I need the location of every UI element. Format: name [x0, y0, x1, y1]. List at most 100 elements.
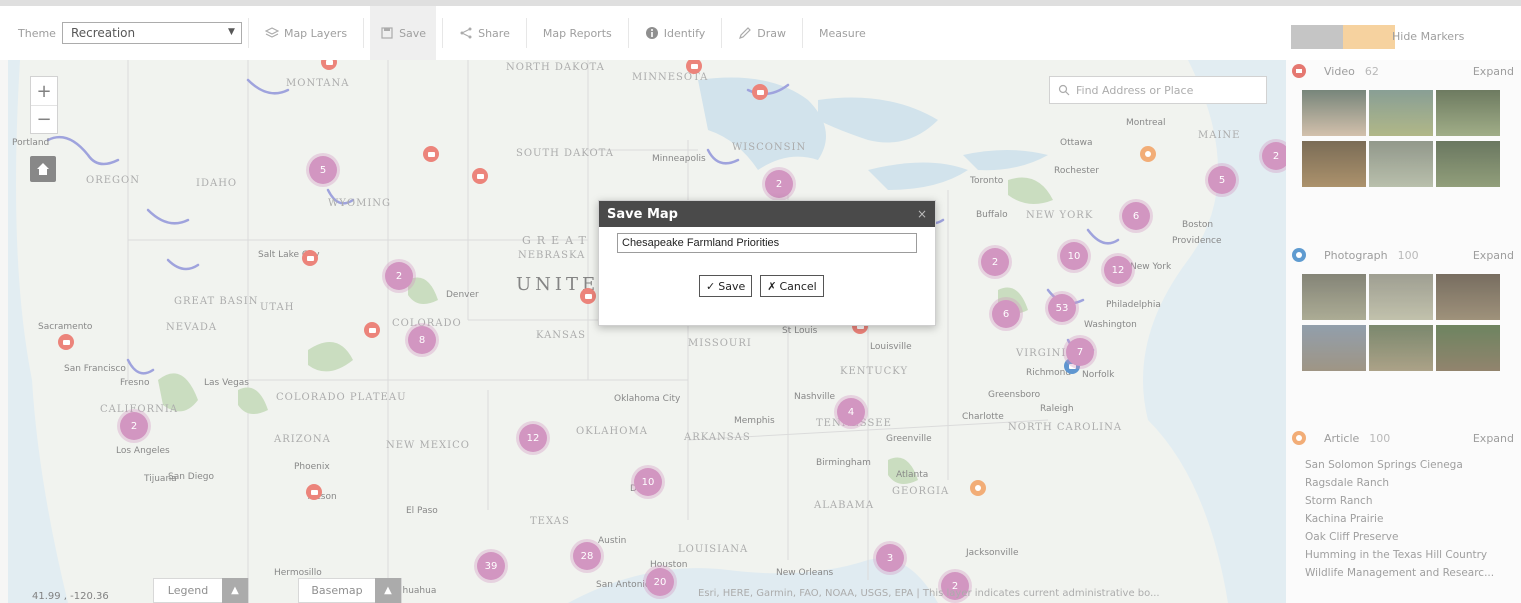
legend-toggle[interactable]: Legend ▲ [153, 578, 249, 603]
dialog-actions: ✓ Save ✗ Cancel [699, 275, 824, 297]
city-label: Jacksonville [966, 548, 1019, 558]
basemap-toggle[interactable]: Basemap ▲ [298, 578, 402, 603]
video-thumbnail[interactable] [1302, 141, 1366, 187]
cluster-marker[interactable]: 10 [1060, 242, 1088, 270]
chevron-down-icon: ▼ [228, 27, 235, 37]
video-marker[interactable] [752, 84, 768, 100]
photo-thumbnail[interactable] [1436, 274, 1500, 320]
cluster-marker[interactable]: 20 [646, 568, 674, 596]
state-label: TEXAS [530, 516, 570, 527]
video-expand-link[interactable]: Expand [1473, 65, 1514, 78]
cluster-marker[interactable]: 12 [519, 424, 547, 452]
draw-button[interactable]: Draw [728, 6, 796, 60]
video-thumbnail[interactable] [1369, 90, 1433, 136]
close-icon[interactable]: × [917, 207, 927, 221]
theme-label: Theme [18, 26, 56, 40]
video-marker[interactable] [302, 250, 318, 266]
cluster-marker[interactable]: 3 [876, 544, 904, 572]
search-input[interactable]: Find Address or Place [1049, 76, 1267, 104]
photograph-expand-link[interactable]: Expand [1473, 249, 1514, 262]
dialog-cancel-button[interactable]: ✗ Cancel [760, 275, 824, 297]
zoom-in-button[interactable]: + [31, 77, 57, 105]
article-link[interactable]: Ragsdale Ranch [1305, 474, 1494, 492]
theme-select[interactable]: Recreation ▼ [61, 22, 242, 44]
cluster-marker[interactable]: 4 [837, 398, 865, 426]
article-link[interactable]: Humming in the Texas Hill Country [1305, 546, 1494, 564]
measure-button[interactable]: Measure [809, 6, 876, 60]
cluster-marker[interactable]: 8 [408, 326, 436, 354]
video-marker[interactable] [472, 168, 488, 184]
cluster-marker[interactable]: 39 [477, 552, 505, 580]
article-link[interactable]: Kachina Prairie [1305, 510, 1494, 528]
video-thumbnail[interactable] [1436, 90, 1500, 136]
cluster-marker[interactable]: 2 [120, 412, 148, 440]
photo-thumbnail[interactable] [1302, 274, 1366, 320]
article-section-header: Article 100 Expand [1292, 431, 1514, 445]
article-link[interactable]: Storm Ranch [1305, 492, 1494, 510]
dialog-save-label: Save [718, 279, 746, 293]
map-canvas[interactable]: MONTANA NORTH DAKOTA MINNESOTA SOUTH DAK… [8, 60, 1286, 603]
article-link[interactable]: Oak Cliff Preserve [1305, 528, 1494, 546]
photo-thumbnail[interactable] [1369, 274, 1433, 320]
video-marker[interactable] [306, 484, 322, 500]
cluster-marker[interactable]: 5 [309, 156, 337, 184]
cluster-marker[interactable]: 2 [765, 170, 793, 198]
video-thumbnail[interactable] [1302, 90, 1366, 136]
share-button[interactable]: Share [449, 6, 520, 60]
video-section-header: Video 62 Expand [1292, 64, 1514, 78]
map-reports-button[interactable]: Map Reports [533, 6, 622, 60]
article-expand-link[interactable]: Expand [1473, 432, 1514, 445]
state-label: OKLAHOMA [576, 426, 648, 437]
state-label: MINNESOTA [632, 72, 709, 83]
photo-thumbnail[interactable] [1302, 325, 1366, 371]
state-label: KANSAS [536, 330, 586, 341]
dialog-cancel-label: Cancel [779, 279, 817, 293]
chevron-up-icon[interactable]: ▲ [375, 578, 401, 603]
state-label: LOUISIANA [678, 544, 749, 555]
search-placeholder: Find Address or Place [1076, 83, 1194, 97]
video-camera-icon [1292, 64, 1306, 78]
map-layers-button[interactable]: Map Layers [255, 6, 357, 60]
article-link[interactable]: San Solomon Springs Cienega [1305, 456, 1494, 474]
city-label: Tijuana [144, 474, 177, 484]
article-link[interactable]: Wildlife Management and Researc... [1305, 564, 1494, 582]
cluster-marker[interactable]: 2 [1262, 142, 1286, 170]
video-marker[interactable] [423, 146, 439, 162]
chevron-up-icon[interactable]: ▲ [222, 578, 248, 603]
cluster-marker[interactable]: 5 [1208, 166, 1236, 194]
article-marker[interactable] [970, 480, 986, 496]
video-thumbnail[interactable] [1436, 141, 1500, 187]
cluster-marker[interactable]: 7 [1066, 338, 1094, 366]
cluster-marker[interactable]: 28 [573, 542, 601, 570]
identify-button[interactable]: Identify [635, 6, 716, 60]
cluster-marker[interactable]: 6 [992, 300, 1020, 328]
cluster-marker[interactable]: 12 [1104, 256, 1132, 284]
hide-markers-button[interactable]: Hide Markers [1392, 30, 1464, 43]
marker-color-toggle[interactable] [1291, 25, 1395, 49]
map-name-field[interactable] [617, 233, 917, 253]
city-label: Providence [1172, 236, 1222, 246]
cluster-marker[interactable]: 6 [1122, 202, 1150, 230]
state-label: COLORADO PLATEAU [276, 392, 407, 403]
cluster-marker[interactable]: 53 [1048, 294, 1076, 322]
photo-thumbnail[interactable] [1436, 325, 1500, 371]
cluster-marker[interactable]: 2 [981, 248, 1009, 276]
orange-swatch[interactable] [1343, 25, 1395, 49]
photo-thumbnail[interactable] [1369, 325, 1433, 371]
city-label: Birmingham [816, 458, 871, 468]
video-marker[interactable] [364, 322, 380, 338]
video-marker[interactable] [580, 288, 596, 304]
home-button[interactable] [30, 156, 56, 182]
save-button[interactable]: Save [370, 6, 437, 60]
article-marker[interactable] [1140, 146, 1156, 162]
zoom-out-button[interactable]: − [31, 105, 57, 133]
gray-swatch[interactable] [1291, 25, 1343, 49]
state-label: SOUTH DAKOTA [516, 148, 615, 159]
toolbar-divider [247, 18, 249, 48]
cluster-marker[interactable]: 2 [385, 262, 413, 290]
basemap-label: Basemap [311, 584, 363, 597]
cluster-marker[interactable]: 10 [634, 468, 662, 496]
dialog-save-button[interactable]: ✓ Save [699, 275, 753, 297]
video-marker[interactable] [58, 334, 74, 350]
video-thumbnail[interactable] [1369, 141, 1433, 187]
